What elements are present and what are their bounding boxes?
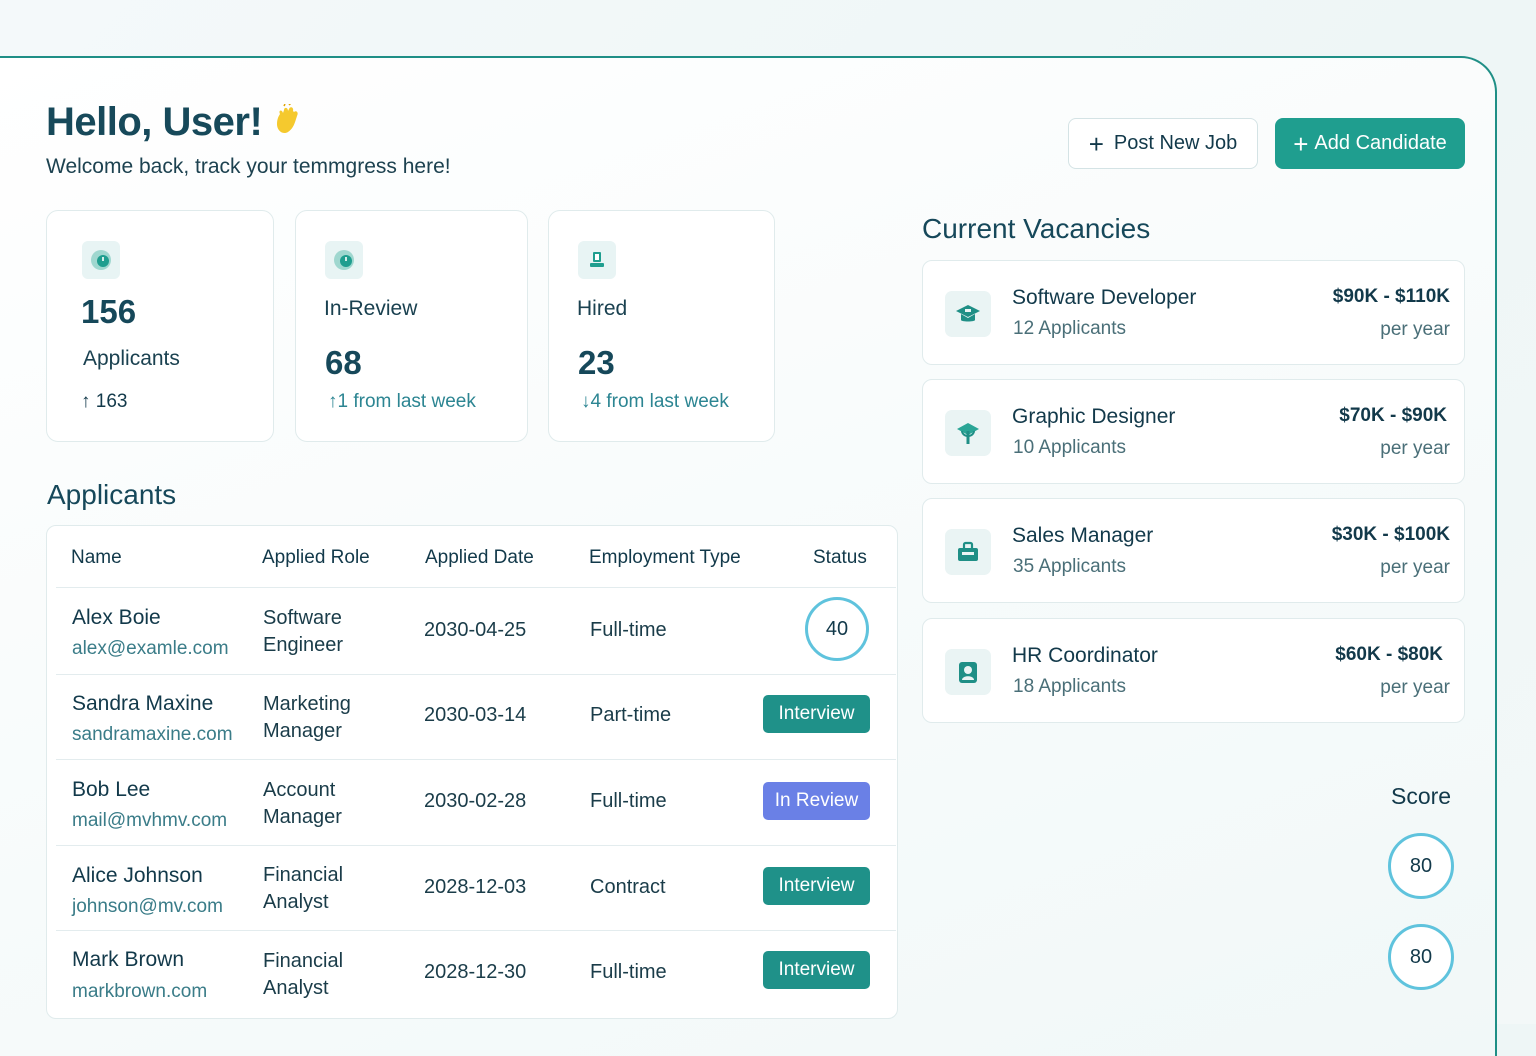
applicant-name: Bob Lee xyxy=(72,778,151,801)
applied-date: 2028-12-03 xyxy=(424,876,527,898)
status-score-ring: 40 xyxy=(805,597,869,661)
status-badge[interactable]: In Review xyxy=(763,782,870,820)
plus-icon: + xyxy=(1088,128,1104,159)
column-header-name[interactable]: Name xyxy=(71,547,122,569)
page-subtitle: Welcome back, track your temmgress here! xyxy=(46,155,451,178)
status-badge[interactable]: Interview xyxy=(763,695,870,733)
arrow-up-icon: ↑ xyxy=(328,391,338,412)
stat-label: Applicants xyxy=(83,347,180,370)
vacancy-period: per year xyxy=(1380,557,1450,578)
vacancy-period: per year xyxy=(1380,677,1450,698)
vacancy-applicants: 18 Applicants xyxy=(1013,676,1127,697)
chart-circle-icon xyxy=(325,241,363,279)
vacancy-title: Sales Manager xyxy=(1012,524,1154,547)
vacancy-title: Software Developer xyxy=(1012,286,1197,309)
vacancy-applicants: 10 Applicants xyxy=(1013,437,1127,458)
applicant-name: Sandra Maxine xyxy=(72,692,214,715)
post-new-job-label: Post New Job xyxy=(1113,132,1238,154)
applicant-email[interactable]: sandramaxine.com xyxy=(72,724,233,746)
vacancy-salary: $60K - $80K xyxy=(1335,644,1443,665)
graduation-cap-icon xyxy=(945,291,991,337)
stat-card-applicants[interactable]: 156 Applicants ↑ 163 xyxy=(46,210,274,442)
stat-delta: ↑ 163 xyxy=(81,391,128,412)
applicants-table xyxy=(46,525,898,1019)
column-header-date[interactable]: Applied Date xyxy=(425,547,534,569)
status-badge[interactable]: Interview xyxy=(763,867,870,905)
applied-date: 2030-04-25 xyxy=(424,619,527,641)
column-header-employment-type[interactable]: Employment Type xyxy=(589,547,741,569)
status-badge[interactable]: Interview xyxy=(763,951,870,989)
applied-role: Financial Analyst xyxy=(263,950,344,999)
applied-date: 2028-12-30 xyxy=(424,961,527,983)
applied-role: Financial Analyst xyxy=(263,864,344,913)
applied-role: Software Engineer xyxy=(263,607,344,656)
vacancy-salary: $90K - $110K xyxy=(1332,286,1450,307)
design-plant-icon xyxy=(945,410,991,456)
employment-type: Contract xyxy=(590,876,666,898)
employment-type: Full-time xyxy=(590,619,667,641)
applicant-name: Mark Brown xyxy=(72,948,185,971)
applicant-email[interactable]: johnson@mv.com xyxy=(72,896,223,918)
row-divider xyxy=(56,759,896,760)
vacancy-title: HR Coordinator xyxy=(1012,644,1158,667)
applicant-name: Alice Johnson xyxy=(72,864,203,887)
add-candidate-label: Add Candidate xyxy=(1314,132,1447,154)
score-label: Score xyxy=(1391,783,1452,809)
briefcase-icon xyxy=(945,529,991,575)
row-divider xyxy=(56,845,896,846)
arrow-down-icon: ↓ xyxy=(581,391,591,412)
applicant-email[interactable]: markbrown.com xyxy=(72,981,207,1003)
plus-icon: + xyxy=(1293,128,1309,159)
score-ring: 80 xyxy=(1388,833,1454,899)
vacancies-title: Current Vacancies xyxy=(922,213,1151,244)
employment-type: Full-time xyxy=(590,790,667,812)
row-divider xyxy=(56,587,896,588)
page-title: Hello, User! xyxy=(46,100,263,144)
stat-delta: ↑1 from last week xyxy=(328,391,476,412)
employment-type: Full-time xyxy=(590,961,667,983)
applicant-email[interactable]: mail@mvhmv.com xyxy=(72,810,227,832)
vacancy-applicants: 35 Applicants xyxy=(1013,556,1127,577)
vacancy-card-graphic-designer[interactable]: Graphic Designer 10 Applicants $70K - $9… xyxy=(922,379,1465,484)
vacancy-card-hr-coordinator[interactable]: HR Coordinator 18 Applicants $60K - $80K… xyxy=(922,618,1465,723)
stat-value: 23 xyxy=(578,344,615,381)
arrow-up-icon: ↑ xyxy=(81,391,91,412)
applied-date: 2030-03-14 xyxy=(424,704,527,726)
vacancy-card-software-developer[interactable]: Software Developer 12 Applicants $90K - … xyxy=(922,260,1465,365)
column-header-role[interactable]: Applied Role xyxy=(262,547,370,569)
stat-card-in-review[interactable]: In-Review 68 ↑1 from last week xyxy=(295,210,528,442)
score-ring: 80 xyxy=(1388,924,1454,990)
post-new-job-button[interactable]: + Post New Job xyxy=(1068,118,1258,169)
stat-value: 68 xyxy=(325,344,362,381)
vacancy-period: per year xyxy=(1380,438,1450,459)
stat-delta: ↓4 from last week xyxy=(581,391,729,412)
applied-date: 2030-02-28 xyxy=(424,790,527,812)
vacancy-title: Graphic Designer xyxy=(1012,405,1176,428)
person-badge-icon xyxy=(945,649,991,695)
row-divider xyxy=(56,930,896,931)
applicant-email[interactable]: alex@examle.com xyxy=(72,638,229,660)
waving-hand-icon xyxy=(277,104,298,134)
vacancy-applicants: 12 Applicants xyxy=(1013,318,1127,339)
applicants-title: Applicants xyxy=(47,479,177,510)
vacancy-period: per year xyxy=(1380,319,1450,340)
row-divider xyxy=(56,674,896,675)
vacancy-card-sales-manager[interactable]: Sales Manager 35 Applicants $30K - $100K… xyxy=(922,498,1465,603)
stat-card-hired[interactable]: Hired 23 ↓4 from last week xyxy=(548,210,775,442)
vacancy-salary: $70K - $90K xyxy=(1339,405,1447,426)
applicant-name: Alex Boie xyxy=(72,606,161,629)
applied-role: Marketing Manager xyxy=(263,693,351,742)
applied-role: Account Manager xyxy=(263,779,342,828)
add-candidate-button[interactable]: + Add Candidate xyxy=(1275,118,1465,169)
vacancy-salary: $30K - $100K xyxy=(1331,524,1450,545)
user-badge-icon xyxy=(578,241,616,279)
employment-type: Part-time xyxy=(590,704,672,726)
stat-label: Hired xyxy=(577,297,628,320)
stat-value: 156 xyxy=(81,293,137,330)
chart-circle-icon xyxy=(82,241,120,279)
column-header-status[interactable]: Status xyxy=(813,547,867,569)
stat-label: In-Review xyxy=(324,297,418,320)
